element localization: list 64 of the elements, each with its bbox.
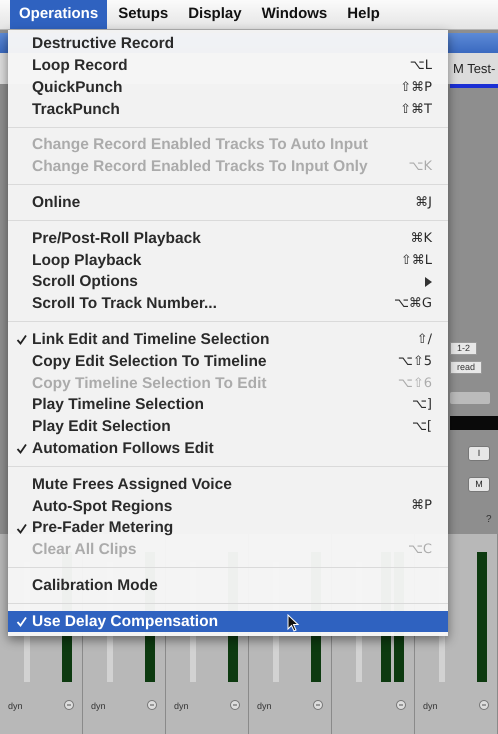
menu-item[interactable]: Link Edit and Timeline Selection ⇧/ (8, 328, 448, 351)
level-display (450, 416, 498, 430)
menu-item[interactable]: TrackPunch ⇧⌘T (8, 98, 448, 120)
shortcut-label: ⌥[ (412, 418, 432, 436)
shortcut-label: ⌥L (410, 56, 432, 75)
menu-item[interactable]: Automation Follows Edit (8, 438, 448, 460)
menu-bar-item[interactable]: Operations (10, 0, 108, 29)
knob-icon (64, 700, 74, 710)
check-icon (16, 616, 27, 627)
shortcut-label: ⌘P (411, 497, 432, 516)
menu-item[interactable]: Scroll Options (8, 271, 448, 293)
menu-item[interactable]: Play Edit Selection ⌥[ (8, 416, 448, 438)
menu-item[interactable]: Loop Record ⌥L (8, 54, 448, 77)
knob-icon (479, 700, 489, 710)
shortcut-label: ⇧⌘P (400, 78, 432, 97)
menu-item[interactable]: Mute Frees Assigned Voice (8, 474, 448, 496)
strip-label: dyn (174, 700, 189, 713)
shortcut-label: ⌥] (412, 396, 432, 414)
menu-bar-item[interactable]: Help (338, 0, 389, 29)
knob-icon (230, 700, 240, 710)
check-icon (16, 334, 27, 346)
track-tag[interactable]: 1-2 (450, 342, 478, 355)
track-tag[interactable]: read (450, 361, 482, 374)
pointer-icon (287, 614, 299, 632)
check-icon (16, 443, 27, 454)
shortcut-label: ⇧⌘L (400, 252, 432, 270)
knob-icon (313, 700, 323, 710)
submenu-arrow-icon (424, 277, 432, 288)
menu-item[interactable]: Use Delay Compensation (8, 610, 448, 632)
shortcut-label: ⇧/ (416, 330, 432, 349)
menu-bar-item[interactable]: Setups (109, 0, 178, 29)
menu-bar-item[interactable]: Windows (252, 0, 336, 29)
strip-label: dyn (91, 700, 106, 713)
knob-icon (147, 700, 157, 710)
shortcut-label: ⌘J (415, 194, 432, 212)
menu-item[interactable]: Pre/Post-Roll Playback ⌘K (8, 228, 448, 250)
menu-item[interactable]: Play Timeline Selection ⌥] (8, 394, 448, 416)
window-title: M Test- (453, 60, 496, 78)
menu-item[interactable]: Calibration Mode (8, 574, 448, 597)
menu-bar-item[interactable]: Display (179, 0, 251, 29)
menu-item[interactable]: Pre-Fader Metering (8, 517, 448, 539)
strip-label: dyn (8, 700, 23, 713)
channel-label: ? (486, 513, 492, 527)
menu-item[interactable]: Loop Playback ⇧⌘L (8, 249, 448, 272)
shortcut-label: ⇧⌘T (400, 100, 432, 119)
knob-icon (396, 700, 406, 710)
check-icon (16, 522, 27, 534)
strip-label: dyn (257, 700, 272, 713)
strip-label: dyn (423, 700, 438, 713)
shortcut-label: ⌥C (408, 541, 432, 560)
menu-item[interactable]: Destructive Record (8, 33, 448, 55)
menu-item[interactable]: Copy Edit Selection To Timeline ⌥⇧5 (8, 350, 448, 372)
shortcut-label: ⌘K (410, 230, 432, 248)
shortcut-label: ⌥K (408, 158, 432, 176)
shortcut-label: ⌥⌘G (394, 295, 432, 314)
shortcut-label: ⌥⇧5 (398, 352, 432, 371)
menu-item[interactable]: Scroll To Track Number... ⌥⌘G (8, 292, 448, 315)
shortcut-label: ⌥⇧6 (398, 374, 432, 392)
menu-item[interactable]: Online ⌘J (8, 192, 448, 214)
menu-item[interactable]: Auto-Spot Regions ⌘P (8, 495, 448, 518)
menu-item[interactable]: QuickPunch ⇧⌘P (8, 76, 448, 98)
timeline-bar (450, 84, 498, 88)
toggle-button[interactable]: M (468, 477, 490, 492)
toggle-button[interactable]: I (468, 446, 490, 461)
